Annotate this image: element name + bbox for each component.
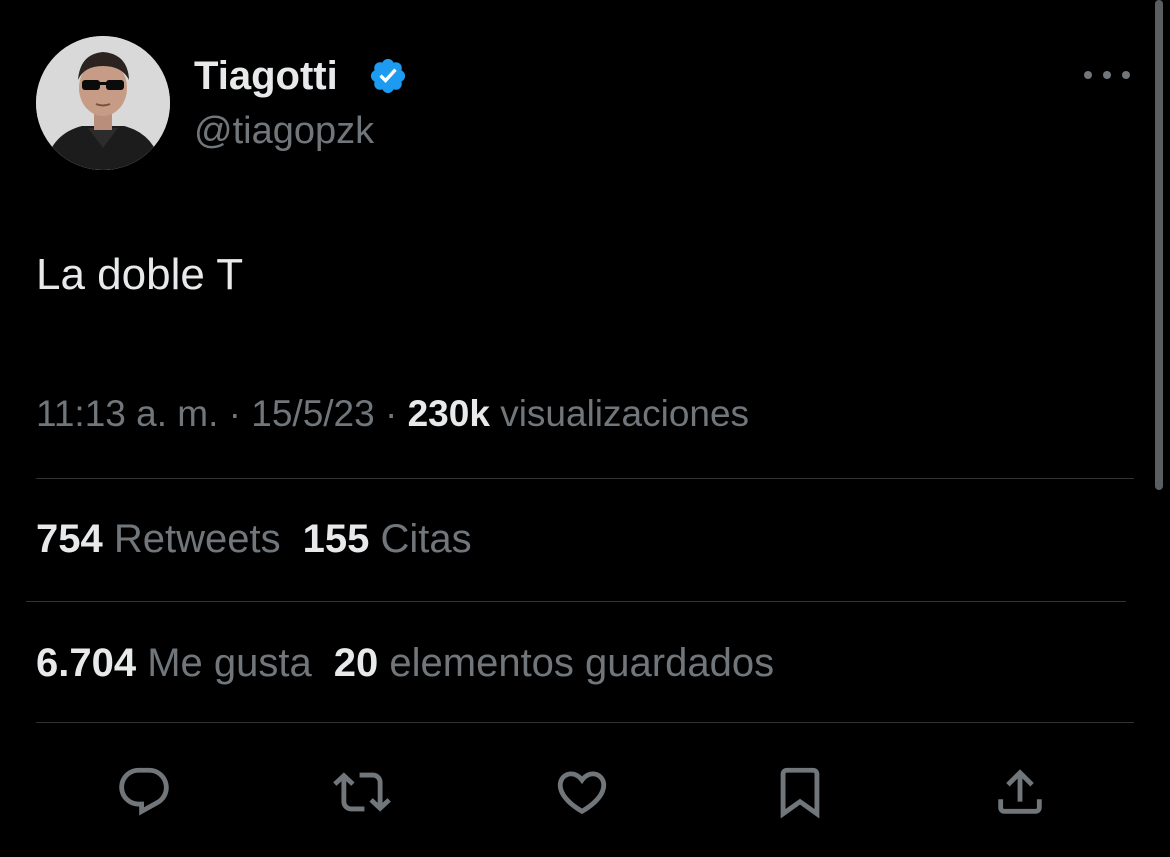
retweets-stat[interactable]: 754 Retweets [36, 517, 281, 561]
avatar-image [36, 36, 170, 170]
more-options-icon[interactable] [1084, 60, 1130, 90]
tweet-time[interactable]: 11:13 a. m. [36, 393, 218, 434]
views-count: 230k [407, 393, 490, 434]
retweet-button[interactable] [330, 760, 394, 824]
like-icon [557, 771, 607, 815]
action-bar [0, 760, 1170, 824]
bookmarks-stat[interactable]: 20 elementos guardados [334, 641, 774, 685]
reply-button[interactable] [112, 760, 176, 824]
verified-badge-icon [370, 58, 406, 94]
retweets-label: Retweets [102, 517, 281, 561]
author-handle[interactable]: @tiagopzk [194, 110, 374, 153]
quotes-count: 155 [302, 517, 370, 561]
likes-count: 6.704 [36, 641, 137, 685]
tweet-meta: 11:13 a. m. · 15/5/23 · 230k visualizaci… [36, 393, 749, 435]
quotes-label: Citas [369, 517, 472, 561]
bookmarks-label: elementos guardados [378, 641, 775, 685]
views-label: visualizaciones [489, 393, 750, 434]
divider [26, 601, 1126, 602]
retweet-icon [333, 772, 391, 812]
retweets-count: 754 [36, 517, 103, 561]
tweet-date[interactable]: 15/5/23 [251, 393, 374, 434]
stats-row-likes: 6.704 Me gusta 20 elementos guardados [36, 641, 796, 686]
tweet-detail: Tiagotti @tiagopzk La doble T 11:13 a. m… [0, 0, 1170, 857]
reply-icon [119, 767, 169, 816]
meta-separator: · [374, 393, 408, 434]
quotes-stat[interactable]: 155 Citas [303, 517, 472, 561]
bookmarks-count: 20 [333, 641, 379, 685]
meta-separator: · [218, 393, 252, 434]
share-icon [998, 769, 1042, 814]
dot-icon [1122, 71, 1130, 79]
divider [36, 722, 1134, 723]
dot-icon [1103, 71, 1111, 79]
likes-label: Me gusta [136, 641, 312, 685]
likes-stat[interactable]: 6.704 Me gusta [36, 641, 312, 685]
scrollbar[interactable] [1155, 0, 1163, 490]
stats-row-retweets: 754 Retweets 155 Citas [36, 517, 494, 562]
tweet-text: La doble T [36, 250, 244, 299]
author-name[interactable]: Tiagotti [194, 54, 338, 99]
share-button[interactable] [988, 760, 1052, 824]
avatar[interactable] [36, 36, 170, 170]
like-button[interactable] [550, 760, 614, 824]
bookmark-icon [780, 767, 820, 819]
dot-icon [1084, 71, 1092, 79]
bookmark-button[interactable] [768, 760, 832, 824]
divider [36, 478, 1134, 479]
